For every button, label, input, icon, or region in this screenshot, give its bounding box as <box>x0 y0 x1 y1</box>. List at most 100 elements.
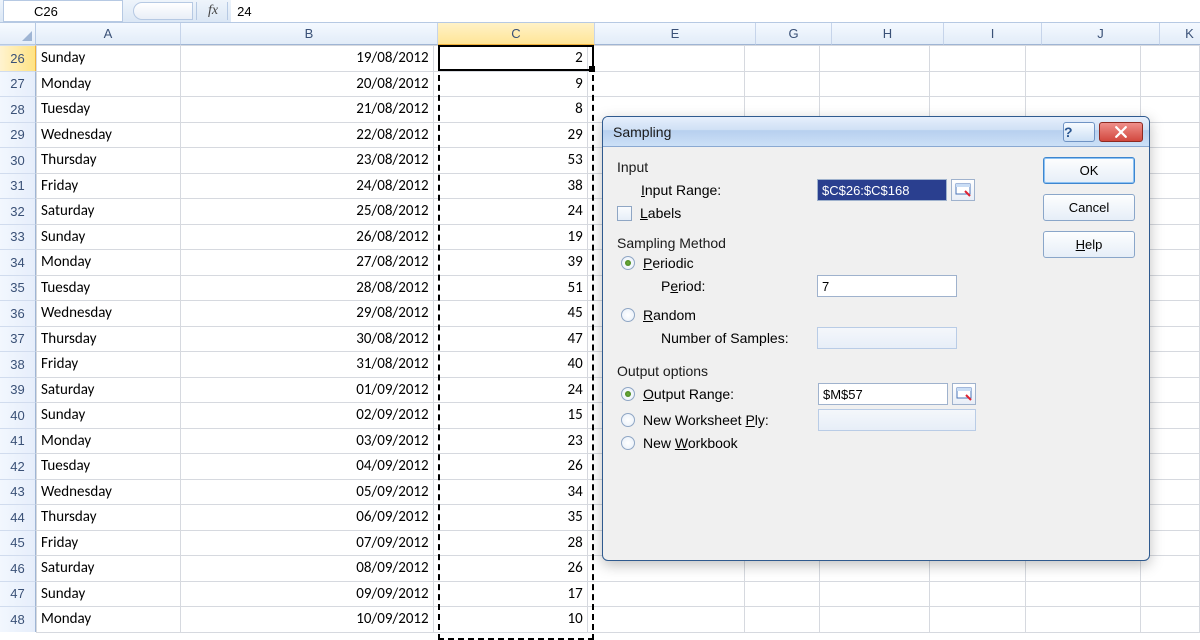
cell[interactable]: 24/08/2012 <box>180 173 433 199</box>
cell[interactable] <box>1025 607 1141 633</box>
row-header-29[interactable]: 29 <box>0 122 36 148</box>
cell[interactable]: Sunday <box>37 581 181 607</box>
cell[interactable]: 03/09/2012 <box>180 428 433 454</box>
cell[interactable]: 05/09/2012 <box>180 479 433 505</box>
column-header-K[interactable]: K <box>1160 23 1200 45</box>
cell[interactable]: 26 <box>433 556 587 582</box>
period-field[interactable]: 7 <box>817 275 957 297</box>
column-header-E[interactable]: E <box>595 23 756 45</box>
cell[interactable]: 28/08/2012 <box>180 275 433 301</box>
cell[interactable] <box>819 71 929 97</box>
input-range-ref-button[interactable] <box>951 179 975 201</box>
cell[interactable] <box>929 581 1025 607</box>
cell[interactable]: Wednesday <box>37 479 181 505</box>
cell[interactable]: 51 <box>433 275 587 301</box>
row-header-27[interactable]: 27 <box>0 71 36 97</box>
cell[interactable]: 04/09/2012 <box>180 454 433 480</box>
name-box[interactable]: C26 <box>3 0 123 22</box>
row-header-34[interactable]: 34 <box>0 249 36 275</box>
cell[interactable] <box>587 581 745 607</box>
cell[interactable]: Thursday <box>37 505 181 531</box>
cell[interactable]: Tuesday <box>37 454 181 480</box>
cell[interactable]: 47 <box>433 326 587 352</box>
column-header-A[interactable]: A <box>36 23 181 45</box>
cell[interactable]: 24 <box>433 377 587 403</box>
row-header-42[interactable]: 42 <box>0 453 36 479</box>
cell[interactable]: 20/08/2012 <box>180 71 433 97</box>
cell[interactable]: 01/09/2012 <box>180 377 433 403</box>
cell[interactable] <box>745 581 820 607</box>
output-range-field[interactable]: $M$57 <box>818 383 948 405</box>
column-header-H[interactable]: H <box>832 23 944 45</box>
cell[interactable]: 22/08/2012 <box>180 122 433 148</box>
cell[interactable]: Sunday <box>37 46 181 72</box>
row-header-41[interactable]: 41 <box>0 428 36 454</box>
column-header-G[interactable]: G <box>756 23 832 45</box>
cell[interactable]: 30/08/2012 <box>180 326 433 352</box>
ok-button[interactable]: OK <box>1043 157 1135 184</box>
row-header-47[interactable]: 47 <box>0 581 36 607</box>
row-header-45[interactable]: 45 <box>0 530 36 556</box>
row-header-35[interactable]: 35 <box>0 275 36 301</box>
new-worksheet-ply-radio[interactable] <box>621 413 635 427</box>
cell[interactable]: 2 <box>433 46 587 72</box>
row-header-26[interactable]: 26 <box>0 45 36 71</box>
cell[interactable]: 10/09/2012 <box>180 607 433 633</box>
help-button[interactable]: Help <box>1043 231 1135 258</box>
column-header-C[interactable]: C <box>438 23 595 45</box>
cell[interactable] <box>819 46 929 72</box>
cancel-button[interactable]: Cancel <box>1043 194 1135 221</box>
cell[interactable] <box>929 71 1025 97</box>
cell[interactable]: 06/09/2012 <box>180 505 433 531</box>
row-header-32[interactable]: 32 <box>0 198 36 224</box>
row-header-28[interactable]: 28 <box>0 96 36 122</box>
cell[interactable] <box>1141 556 1200 582</box>
cell[interactable]: 15 <box>433 403 587 429</box>
cell[interactable]: Saturday <box>37 556 181 582</box>
cell[interactable]: Tuesday <box>37 97 181 123</box>
cell[interactable]: Monday <box>37 428 181 454</box>
cell[interactable]: 39 <box>433 250 587 276</box>
dialog-titlebar[interactable]: Sampling ? <box>603 117 1149 147</box>
cell[interactable]: Monday <box>37 71 181 97</box>
cell[interactable] <box>819 581 929 607</box>
row-header-39[interactable]: 39 <box>0 377 36 403</box>
cell[interactable]: 53 <box>433 148 587 174</box>
cell[interactable]: 28 <box>433 530 587 556</box>
labels-checkbox[interactable] <box>617 206 632 221</box>
cell[interactable] <box>819 607 929 633</box>
row-header-40[interactable]: 40 <box>0 402 36 428</box>
dialog-close-button[interactable] <box>1099 122 1143 142</box>
cell[interactable] <box>1141 607 1200 633</box>
cell[interactable]: 29/08/2012 <box>180 301 433 327</box>
cell[interactable]: 26/08/2012 <box>180 224 433 250</box>
cell[interactable] <box>745 71 820 97</box>
select-all-corner[interactable] <box>0 23 36 45</box>
cell[interactable] <box>745 46 820 72</box>
cell[interactable]: 27/08/2012 <box>180 250 433 276</box>
cell[interactable] <box>1141 71 1200 97</box>
row-header-38[interactable]: 38 <box>0 351 36 377</box>
cell[interactable]: 09/09/2012 <box>180 581 433 607</box>
output-range-radio[interactable] <box>621 387 635 401</box>
cell[interactable]: Sunday <box>37 224 181 250</box>
cell[interactable] <box>587 46 745 72</box>
cell[interactable] <box>1141 46 1200 72</box>
cell[interactable]: Monday <box>37 250 181 276</box>
cell[interactable]: 23 <box>433 428 587 454</box>
cell[interactable]: 26 <box>433 454 587 480</box>
cell[interactable]: Wednesday <box>37 122 181 148</box>
cell[interactable] <box>587 71 745 97</box>
cell[interactable]: 8 <box>433 97 587 123</box>
cell[interactable]: Friday <box>37 530 181 556</box>
cell[interactable]: Tuesday <box>37 275 181 301</box>
cell[interactable]: 34 <box>433 479 587 505</box>
cell[interactable]: Thursday <box>37 148 181 174</box>
cell[interactable]: Monday <box>37 607 181 633</box>
cell[interactable]: Friday <box>37 352 181 378</box>
cell[interactable]: 08/09/2012 <box>180 556 433 582</box>
cell[interactable]: 25/08/2012 <box>180 199 433 225</box>
random-radio[interactable] <box>621 308 635 322</box>
row-header-48[interactable]: 48 <box>0 606 36 632</box>
column-header-I[interactable]: I <box>944 23 1042 45</box>
